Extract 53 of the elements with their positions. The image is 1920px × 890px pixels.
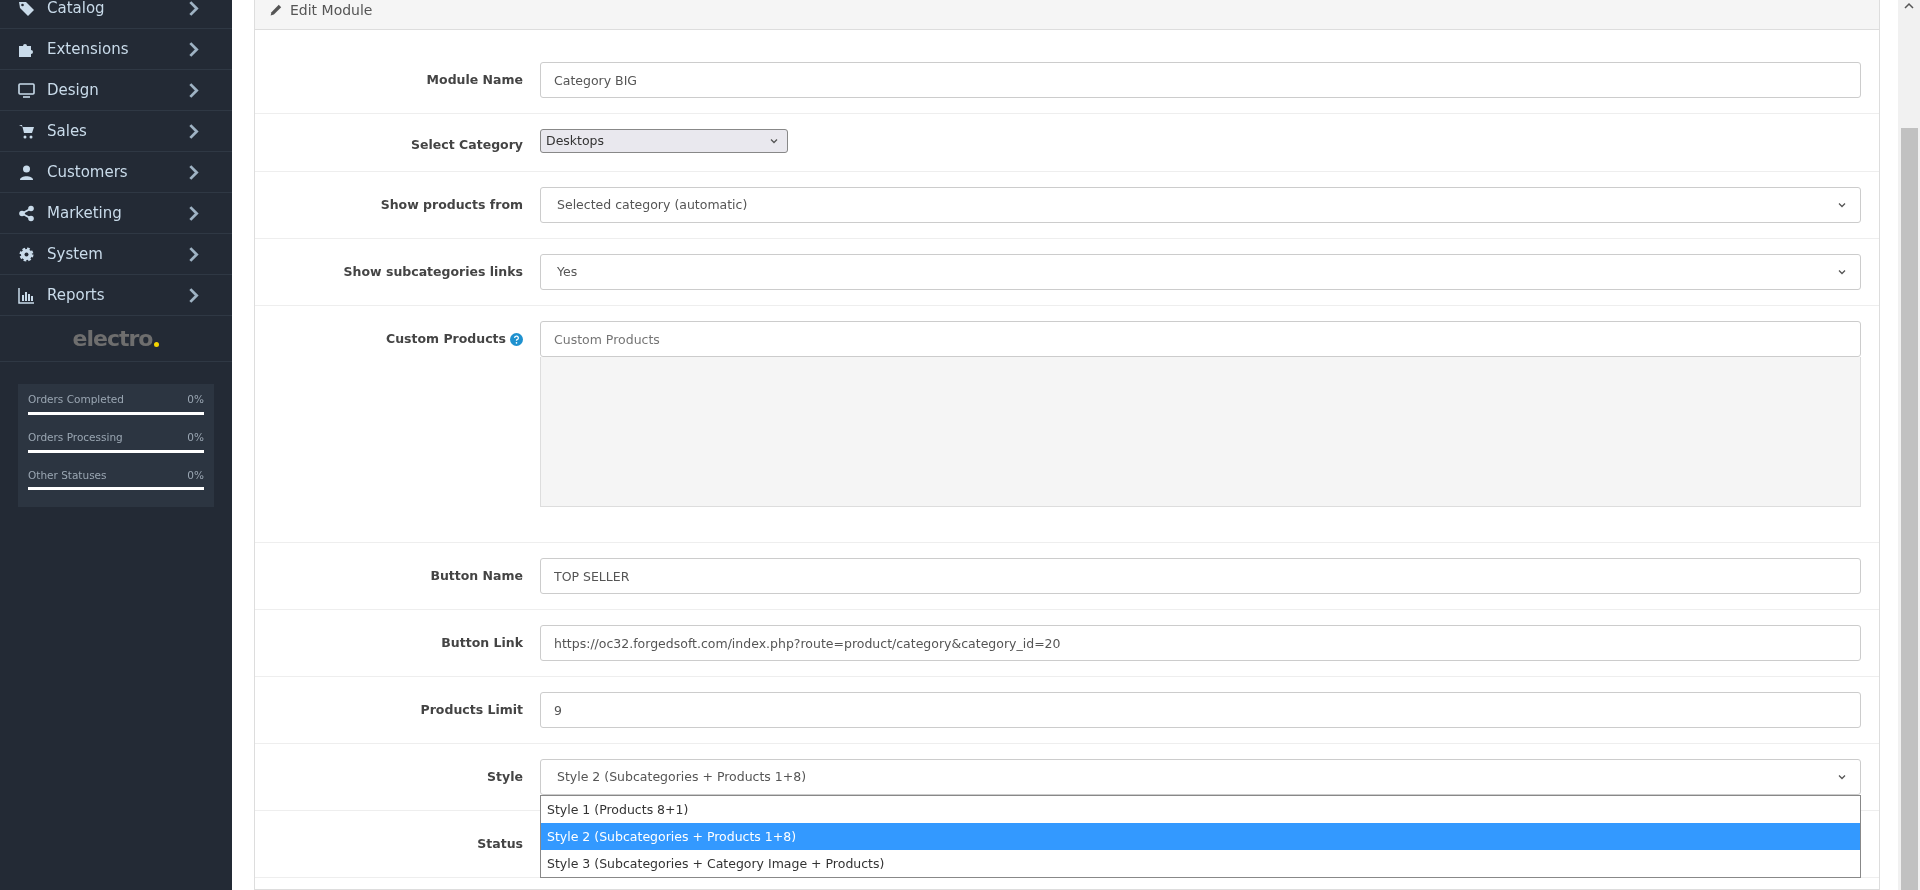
bar-chart-icon xyxy=(18,286,35,304)
text-field[interactable]: TOP SELLER xyxy=(540,558,1861,594)
sidebar-item[interactable]: Catalog xyxy=(0,0,232,29)
stat-label: Orders Completed xyxy=(28,392,124,407)
sidebar-item[interactable]: Sales xyxy=(0,111,232,152)
category-select[interactable]: Desktops xyxy=(540,129,788,153)
text-field[interactable]: 9 xyxy=(540,692,1861,728)
stat-label: Orders Processing xyxy=(28,429,123,445)
pencil-icon xyxy=(269,4,282,17)
stat-label: Other Statuses xyxy=(28,467,107,483)
select-field[interactable]: Style 2 (Subcategories + Products 1+8) xyxy=(540,759,1861,795)
field-label: Select Category xyxy=(411,136,523,154)
sidebar-item[interactable]: System xyxy=(0,234,232,275)
settings-icon xyxy=(18,245,35,263)
share-icon xyxy=(18,204,35,222)
text-field[interactable]: Category BIG xyxy=(540,62,1861,98)
sidebar-item[interactable]: Extensions xyxy=(0,29,232,70)
field-label: Module Name xyxy=(426,71,523,89)
stat-value: 0% xyxy=(187,392,204,407)
autocomplete-field[interactable]: Custom Products xyxy=(540,321,1861,357)
dropdown-caret-icon xyxy=(1837,200,1847,210)
field-label: Status xyxy=(477,835,523,853)
dropdown-option[interactable]: Style 1 (Products 8+1) xyxy=(541,796,1860,823)
select-field[interactable]: Yes xyxy=(540,254,1861,290)
sidebar-item[interactable]: Design xyxy=(0,70,232,111)
stat-value: 0% xyxy=(187,467,204,483)
sidebar-item[interactable]: Customers xyxy=(0,152,232,193)
stat-value: 0% xyxy=(187,429,204,445)
sidebar-item[interactable]: Marketing xyxy=(0,193,232,234)
text-field[interactable]: https://oc32.forgedsoft.com/index.php?route=product/category&category_id=20 xyxy=(540,625,1861,661)
select-field[interactable]: Selected category (automatic) xyxy=(540,187,1861,223)
monitor-icon xyxy=(18,81,35,99)
field-label: Button Name xyxy=(430,567,523,585)
field-label: Style xyxy=(487,768,523,786)
field-label: Custom Products xyxy=(385,330,506,348)
sidebar-item[interactable]: Reports xyxy=(0,275,232,316)
field-label: Button Link xyxy=(441,634,523,652)
logo-text: electro xyxy=(72,325,153,353)
field-label: Show products from xyxy=(380,196,523,214)
scroll-up-icon[interactable] xyxy=(1904,2,1914,10)
panel-title: Edit Module xyxy=(290,1,373,20)
field-label: Show subcategories links xyxy=(343,263,523,281)
user-icon xyxy=(18,163,35,181)
field-label: Products Limit xyxy=(420,701,523,719)
dropdown-caret-icon xyxy=(1837,772,1847,782)
scrollbar[interactable] xyxy=(1898,0,1920,890)
dropdown-option[interactable]: Style 3 (Subcategories + Category Image + Products) xyxy=(541,850,1860,877)
help-icon[interactable] xyxy=(510,332,523,346)
dropdown-caret-icon xyxy=(1837,267,1847,277)
cart-icon xyxy=(18,122,35,140)
scrollbar-thumb[interactable] xyxy=(1900,128,1918,890)
logo-dot-icon xyxy=(154,342,160,347)
dropdown-caret-icon xyxy=(769,136,779,146)
